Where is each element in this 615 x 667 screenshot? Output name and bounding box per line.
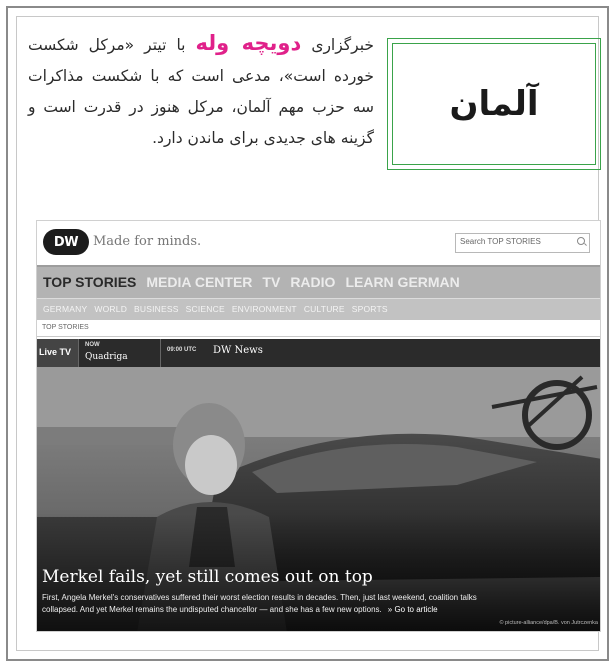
country-tag-label: آلمان xyxy=(449,84,539,124)
subnav-world[interactable]: WORLD xyxy=(94,304,127,314)
subnav-culture[interactable]: CULTURE xyxy=(304,304,345,314)
breadcrumb[interactable]: TOP STORIES xyxy=(42,324,89,331)
nav-learn-german[interactable]: LEARN GERMAN xyxy=(345,274,459,290)
dw-logo-text: DW xyxy=(53,234,79,250)
live-tv-label: Live TV xyxy=(39,347,72,357)
sub-nav: GERMANY WORLD BUSINESS SCIENCE ENVIRONME… xyxy=(37,298,600,320)
search-input[interactable]: Search TOP STORIES xyxy=(455,233,590,253)
dw-website-screenshot: DW Made for minds. Search TOP STORIES TO… xyxy=(36,220,601,632)
live-now-slot[interactable]: NOW Quadriga xyxy=(83,339,161,367)
country-tag-inner: آلمان xyxy=(392,43,596,165)
nav-media-center[interactable]: MEDIA CENTER xyxy=(146,274,252,290)
country-tag-box: آلمان xyxy=(387,38,601,170)
live-now-show: Quadriga xyxy=(85,352,128,362)
search-placeholder: Search TOP STORIES xyxy=(460,237,541,246)
subnav-environment[interactable]: ENVIRONMENT xyxy=(232,304,297,314)
dw-header: DW Made for minds. Search TOP STORIES xyxy=(37,221,600,265)
nav-radio[interactable]: RADIO xyxy=(290,274,335,290)
go-to-article-link[interactable]: » Go to article xyxy=(388,605,438,614)
dw-logo[interactable]: DW xyxy=(43,229,89,255)
live-tv-button[interactable]: Live TV xyxy=(37,339,79,367)
live-next-show: DW News xyxy=(213,345,263,356)
breadcrumb-divider xyxy=(37,336,600,337)
article-paragraph: خبرگزاری دویچه وله با تیتر «مرکل شکست خو… xyxy=(28,28,374,154)
paragraph-lead: خبرگزاری xyxy=(311,36,374,54)
hero-headline[interactable]: Merkel fails, yet still comes out on top xyxy=(42,567,373,587)
brand-name: دویچه وله xyxy=(195,31,302,55)
subnav-science[interactable]: SCIENCE xyxy=(186,304,225,314)
live-next-slot[interactable]: 09:00 UTC DW News xyxy=(165,339,365,367)
dw-tagline: Made for minds. xyxy=(93,234,202,249)
subnav-sports[interactable]: SPORTS xyxy=(352,304,388,314)
hero-story[interactable]: Merkel fails, yet still comes out on top… xyxy=(37,367,600,631)
nav-tv[interactable]: TV xyxy=(262,274,280,290)
hero-teaser: First, Angela Merkel's conservatives suf… xyxy=(42,592,512,616)
subnav-business[interactable]: BUSINESS xyxy=(134,304,179,314)
main-nav: TOP STORIES MEDIA CENTER TV RADIO LEARN … xyxy=(37,265,600,298)
photo-credit: © picture-alliance/dpa/B. von Jutrczenka xyxy=(499,620,598,626)
live-now-label: NOW xyxy=(85,342,100,348)
nav-top-stories[interactable]: TOP STORIES xyxy=(43,274,136,290)
live-next-time: 09:00 UTC xyxy=(167,347,197,353)
subnav-germany[interactable]: GERMANY xyxy=(43,304,87,314)
live-tv-bar: Live TV NOW Quadriga 09:00 UTC DW News xyxy=(37,339,600,367)
search-icon[interactable] xyxy=(577,237,585,245)
